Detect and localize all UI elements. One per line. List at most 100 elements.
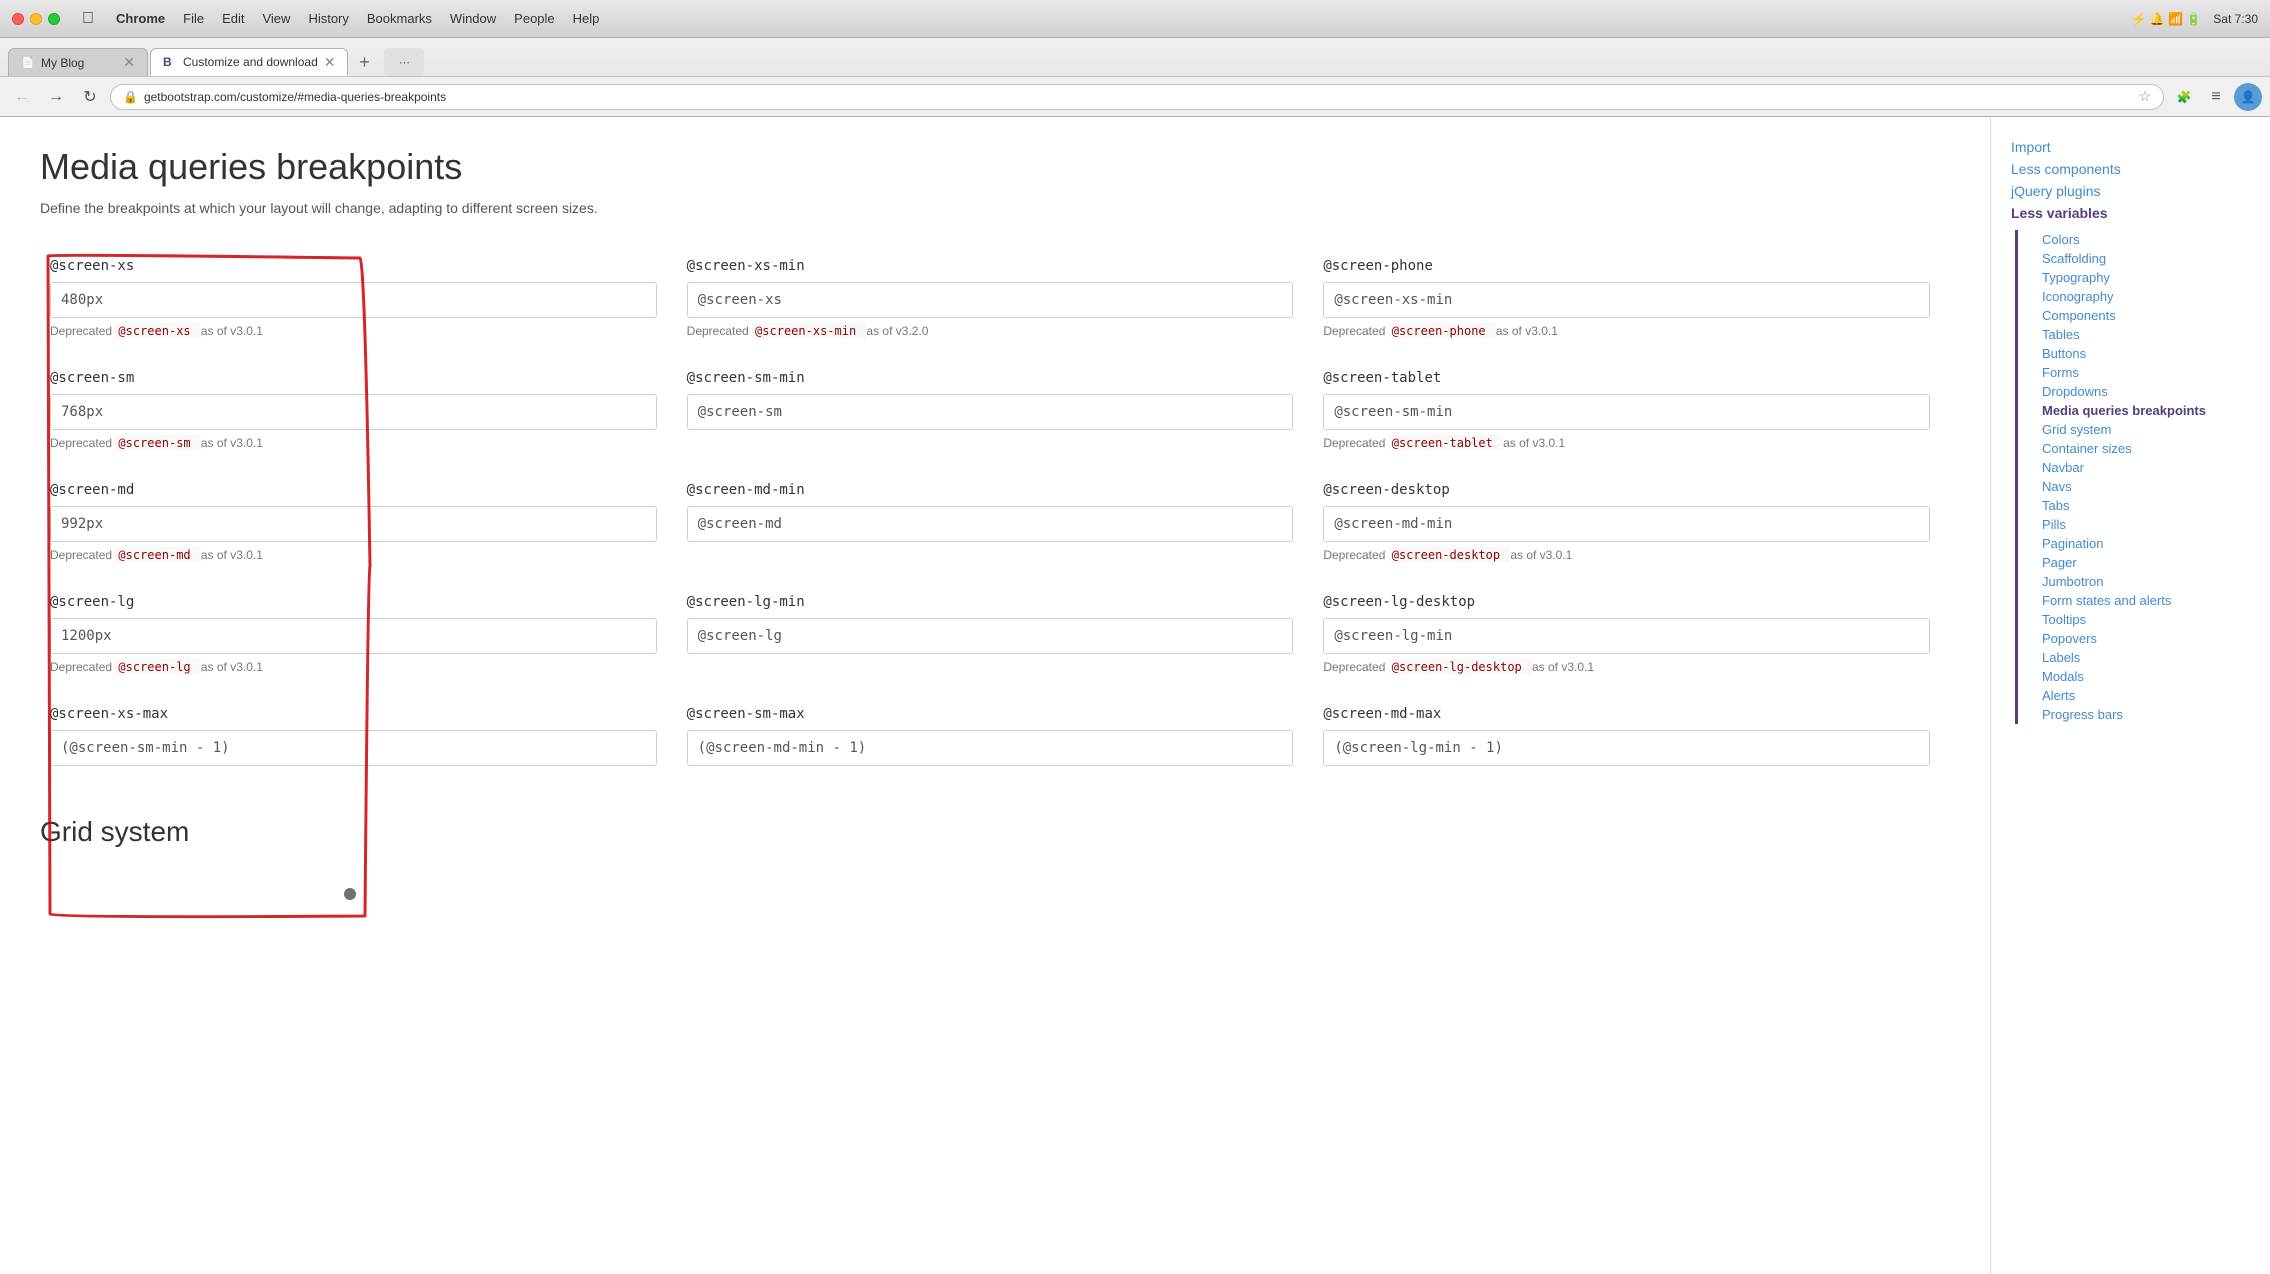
sidebar-sub-navs[interactable]: Navs	[2026, 477, 2250, 496]
menu-chrome[interactable]: Chrome	[116, 11, 165, 26]
sidebar-sub-form-states[interactable]: Form states and alerts	[2026, 591, 2250, 610]
sidebar-sub-jumbotron[interactable]: Jumbotron	[2026, 572, 2250, 591]
sidebar-sub-buttons[interactable]: Buttons	[2026, 344, 2250, 363]
bp-screen-lg-desktop: @screen-lg-desktop Deprecated @screen-lg…	[1313, 582, 1950, 694]
bp-input[interactable]	[1323, 282, 1930, 318]
bp-input[interactable]	[50, 394, 657, 430]
mac-menubar:  Chrome File Edit View History Bookmark…	[0, 0, 2270, 38]
grid-system-title: Grid system	[40, 816, 1950, 848]
sidebar-sub-scaffolding[interactable]: Scaffolding	[2026, 249, 2250, 268]
sidebar-sub-media-queries[interactable]: Media queries breakpoints	[2026, 401, 2250, 420]
bp-label: @screen-sm	[50, 370, 657, 386]
bp-screen-desktop: @screen-desktop Deprecated @screen-deskt…	[1313, 470, 1950, 582]
sidebar-sub-modals[interactable]: Modals	[2026, 667, 2250, 686]
tab-close-bootstrap[interactable]: ✕	[324, 54, 336, 71]
sidebar-sub-colors[interactable]: Colors	[2026, 230, 2250, 249]
bp-input[interactable]	[1323, 618, 1930, 654]
traffic-lights[interactable]	[12, 13, 60, 25]
menu-bookmarks[interactable]: Bookmarks	[367, 11, 432, 26]
sidebar-sub-components[interactable]: Components	[2026, 306, 2250, 325]
sidebar-sub-forms[interactable]: Forms	[2026, 363, 2250, 382]
sidebar-sub-tabs[interactable]: Tabs	[2026, 496, 2250, 515]
sidebar-sub-pills[interactable]: Pills	[2026, 515, 2250, 534]
refresh-button[interactable]: ↻	[76, 83, 104, 111]
address-bar[interactable]: 🔒 getbootstrap.com/customize/#media-quer…	[110, 84, 2164, 110]
browser-menu-button[interactable]: ≡	[2204, 88, 2228, 106]
tab-favicon-bootstrap: B	[163, 55, 177, 69]
apple-menu[interactable]: 	[82, 10, 94, 28]
dep-var: @screen-lg-desktop	[1389, 659, 1532, 675]
dep-since: as of v3.0.1	[1532, 660, 1594, 674]
sidebar-sub-progress-bars[interactable]: Progress bars	[2026, 705, 2250, 724]
sidebar-sub-dropdowns[interactable]: Dropdowns	[2026, 382, 2250, 401]
menu-help[interactable]: Help	[573, 11, 600, 26]
tab-customize[interactable]: B Customize and download ✕	[150, 48, 348, 76]
dep-since: as of v3.0.1	[1510, 548, 1572, 562]
sidebar-sub-tooltips[interactable]: Tooltips	[2026, 610, 2250, 629]
bp-label: @screen-lg	[50, 594, 657, 610]
dep-var: @screen-lg	[115, 659, 200, 675]
bp-input[interactable]	[50, 618, 657, 654]
sidebar-sub-navbar[interactable]: Navbar	[2026, 458, 2250, 477]
bp-input[interactable]	[50, 730, 657, 766]
menu-view[interactable]: View	[262, 11, 290, 26]
bp-input[interactable]	[50, 282, 657, 318]
deprecated-label: Deprecated	[1323, 548, 1385, 562]
back-button[interactable]: ←	[8, 83, 36, 111]
sidebar-sub-alerts[interactable]: Alerts	[2026, 686, 2250, 705]
close-button[interactable]	[12, 13, 24, 25]
menu-file[interactable]: File	[183, 11, 204, 26]
menu-history[interactable]: History	[308, 11, 348, 26]
sidebar-sub-typography[interactable]: Typography	[2026, 268, 2250, 287]
bookmark-star[interactable]: ☆	[2138, 88, 2151, 105]
dep-since: as of v3.0.1	[201, 436, 263, 450]
sidebar-sub-container-sizes[interactable]: Container sizes	[2026, 439, 2250, 458]
bp-input[interactable]	[687, 394, 1294, 430]
dep-since: as of v3.0.1	[201, 548, 263, 562]
bp-input[interactable]	[1323, 394, 1930, 430]
forward-button[interactable]: →	[42, 83, 70, 111]
bp-deprecated: Deprecated @screen-md as of v3.0.1	[50, 548, 657, 562]
sidebar-sub-popovers[interactable]: Popovers	[2026, 629, 2250, 648]
dep-var: @screen-phone	[1389, 323, 1496, 339]
lock-icon: 🔒	[123, 90, 138, 104]
sidebar-sub-tables[interactable]: Tables	[2026, 325, 2250, 344]
maximize-button[interactable]	[48, 13, 60, 25]
new-tab-button[interactable]: +	[350, 48, 378, 76]
sidebar-sub-pagination[interactable]: Pagination	[2026, 534, 2250, 553]
sidebar-sub-iconography[interactable]: Iconography	[2026, 287, 2250, 306]
sidebar-link-less-components[interactable]: Less components	[2011, 158, 2250, 180]
bp-label: @screen-lg-min	[687, 594, 1294, 610]
bp-input[interactable]	[687, 282, 1294, 318]
breakpoints-grid: @screen-xs Deprecated @screen-xs as of v…	[40, 246, 1950, 786]
tab-close-blog[interactable]: ✕	[123, 54, 135, 71]
menu-window[interactable]: Window	[450, 11, 496, 26]
sidebar-link-import[interactable]: Import	[2011, 136, 2250, 158]
sidebar-sub-labels[interactable]: Labels	[2026, 648, 2250, 667]
minimize-button[interactable]	[30, 13, 42, 25]
user-avatar[interactable]: 👤	[2234, 83, 2262, 111]
url-text: getbootstrap.com/customize/#media-querie…	[144, 90, 2132, 104]
tab-my-blog[interactable]: 📄 My Blog ✕	[8, 48, 148, 76]
bp-deprecated: Deprecated @screen-sm as of v3.0.1	[50, 436, 657, 450]
bp-input[interactable]	[687, 618, 1294, 654]
sidebar-sub-pager[interactable]: Pager	[2026, 553, 2250, 572]
bp-input[interactable]	[687, 730, 1294, 766]
bp-input[interactable]	[50, 506, 657, 542]
dep-var: @screen-sm	[115, 435, 200, 451]
menu-people[interactable]: People	[514, 11, 554, 26]
sidebar-sub-grid-system[interactable]: Grid system	[2026, 420, 2250, 439]
bp-input[interactable]	[687, 506, 1294, 542]
dep-var: @screen-tablet	[1389, 435, 1503, 451]
menubar-right: ⚡ 🔔 📶 🔋 Sat 7:30	[2132, 12, 2258, 26]
dep-since: as of v3.2.0	[866, 324, 928, 338]
tab-title-bootstrap: Customize and download	[183, 55, 318, 69]
bp-input[interactable]	[1323, 506, 1930, 542]
bp-label: @screen-xs	[50, 258, 657, 274]
sidebar-link-jquery-plugins[interactable]: jQuery plugins	[2011, 180, 2250, 202]
menu-edit[interactable]: Edit	[222, 11, 244, 26]
tab-extra[interactable]: ⋯	[384, 48, 424, 76]
bp-input[interactable]	[1323, 730, 1930, 766]
sidebar-link-less-variables[interactable]: Less variables	[2011, 202, 2250, 224]
extensions-button[interactable]: 🧩	[2170, 83, 2198, 111]
